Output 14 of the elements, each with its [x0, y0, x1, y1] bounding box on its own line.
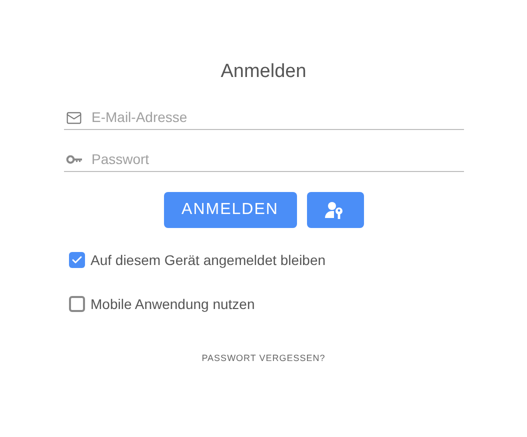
key-icon [66, 155, 82, 164]
check-icon [70, 254, 82, 266]
key-login-button[interactable] [306, 192, 364, 228]
checkbox-label: Auf diesem Gerät angemeldet bleiben [90, 250, 326, 270]
forgot-password-link[interactable]: PASSWORT VERGESSEN? [202, 352, 326, 366]
form-title: Anmelden [220, 60, 306, 84]
email-field[interactable]: E-Mail-Adresse [92, 107, 464, 128]
checkbox-label: Mobile Anwendung nutzen [90, 294, 255, 314]
login-button[interactable]: ANMELDEN [164, 192, 296, 228]
password-field[interactable]: Passwort [92, 149, 464, 170]
checkbox[interactable] [68, 252, 84, 268]
mail-icon [66, 110, 82, 126]
user-key-icon [325, 201, 345, 219]
checkbox[interactable] [68, 296, 84, 312]
